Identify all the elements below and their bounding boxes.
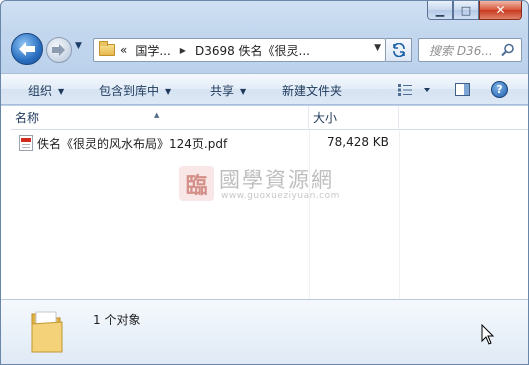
search-placeholder: 搜索 D36... [429,43,493,58]
search-input[interactable]: 搜索 D36... [418,38,522,62]
column-divider [309,130,310,299]
file-size: 78,428 KB [327,135,389,149]
details-pane: 1 个对象 [1,299,528,364]
organize-label: 组织 [28,84,53,98]
item-count: 1 个对象 [93,313,141,327]
maximize-button[interactable]: □ [453,1,479,20]
recent-pages-dropdown[interactable]: ▼ [75,41,82,51]
navigation-bar: ▼ « 国学... ▶ D3698 佚名《很灵... ▼ 搜索 D36... [1,31,528,69]
include-in-library-label: 包含到库中 [99,84,160,98]
share-menu[interactable]: 共享 ▼ [210,82,246,99]
sort-ascending-icon: ▲ [154,111,160,119]
refresh-button[interactable] [386,38,412,62]
address-bar[interactable]: « 国学... ▶ D3698 佚名《很灵... ▼ [93,38,386,62]
minimize-button[interactable]: ▁ [427,1,453,20]
column-divider [399,130,400,299]
watermark-title: 國學資源網 [219,168,334,192]
forward-button[interactable] [46,37,72,63]
file-name: 佚名《很灵的风水布局》124页.pdf [37,137,228,151]
column-header-name-label: 名称 [15,111,40,125]
preview-pane-icon[interactable] [455,83,470,96]
watermark-url: www.guoxueziyuan.com [221,191,340,201]
command-bar: 组织 ▼ 包含到库中 ▼ 共享 ▼ 新建文件夹 ? [1,73,528,105]
change-view-button[interactable] [398,84,432,99]
breadcrumb-item[interactable]: 国学... [135,42,170,59]
back-button[interactable] [11,33,43,65]
include-in-library-menu[interactable]: 包含到库中 ▼ [99,82,171,99]
new-folder-label: 新建文件夹 [282,84,343,98]
column-header-size-label: 大小 [313,111,338,125]
share-label: 共享 [210,84,235,98]
address-dropdown-icon[interactable]: ▼ [374,43,381,53]
chevron-down-icon: ▼ [58,87,65,96]
back-arrow-icon [19,42,35,56]
column-header-name[interactable]: 名称 ▲ [11,106,309,130]
breadcrumb-separator-icon[interactable]: ▶ [180,46,186,55]
chevron-down-icon: ▼ [240,87,247,96]
breadcrumb-item[interactable]: D3698 佚名《很灵... [195,42,310,59]
file-list-view: 名称 ▲ 大小 佚名《很灵的风水布局》124页.pdf 78,428 KB 臨 … [1,106,528,299]
file-row[interactable]: 佚名《很灵的风水布局》124页.pdf 78,428 KB [15,134,405,152]
explorer-window: ▁ □ ✕ ▼ « 国学... ▶ D3698 佚名《很灵... ▼ 搜索 D3… [0,0,529,365]
help-icon[interactable]: ? [491,81,508,98]
view-list-icon [398,84,430,96]
minimize-icon: ▁ [435,3,445,17]
help-label: ? [496,83,503,96]
maximize-icon: □ [460,3,472,17]
close-button[interactable]: ✕ [479,1,522,20]
column-header-size[interactable]: 大小 [309,106,399,130]
folder-icon [99,41,115,56]
new-folder-button[interactable]: 新建文件夹 [282,82,342,99]
search-icon[interactable] [501,43,515,57]
folder-icon [31,311,63,353]
refresh-icon [392,43,405,57]
address-overflow-chevron[interactable]: « [120,43,127,57]
close-icon: ✕ [495,3,506,17]
organize-menu[interactable]: 组织 ▼ [28,82,64,99]
pdf-file-icon [19,135,33,151]
mouse-cursor-icon [481,324,495,345]
watermark-seal-icon: 臨 [179,166,214,201]
caption-buttons: ▁ □ ✕ [427,1,522,20]
chevron-down-icon: ▼ [165,87,172,96]
forward-arrow-icon [52,44,65,56]
column-header-row: 名称 ▲ 大小 [11,106,528,130]
watermark: 臨 國學資源網 www.guoxueziyuan.com [179,164,349,206]
column-header-empty [399,106,528,130]
